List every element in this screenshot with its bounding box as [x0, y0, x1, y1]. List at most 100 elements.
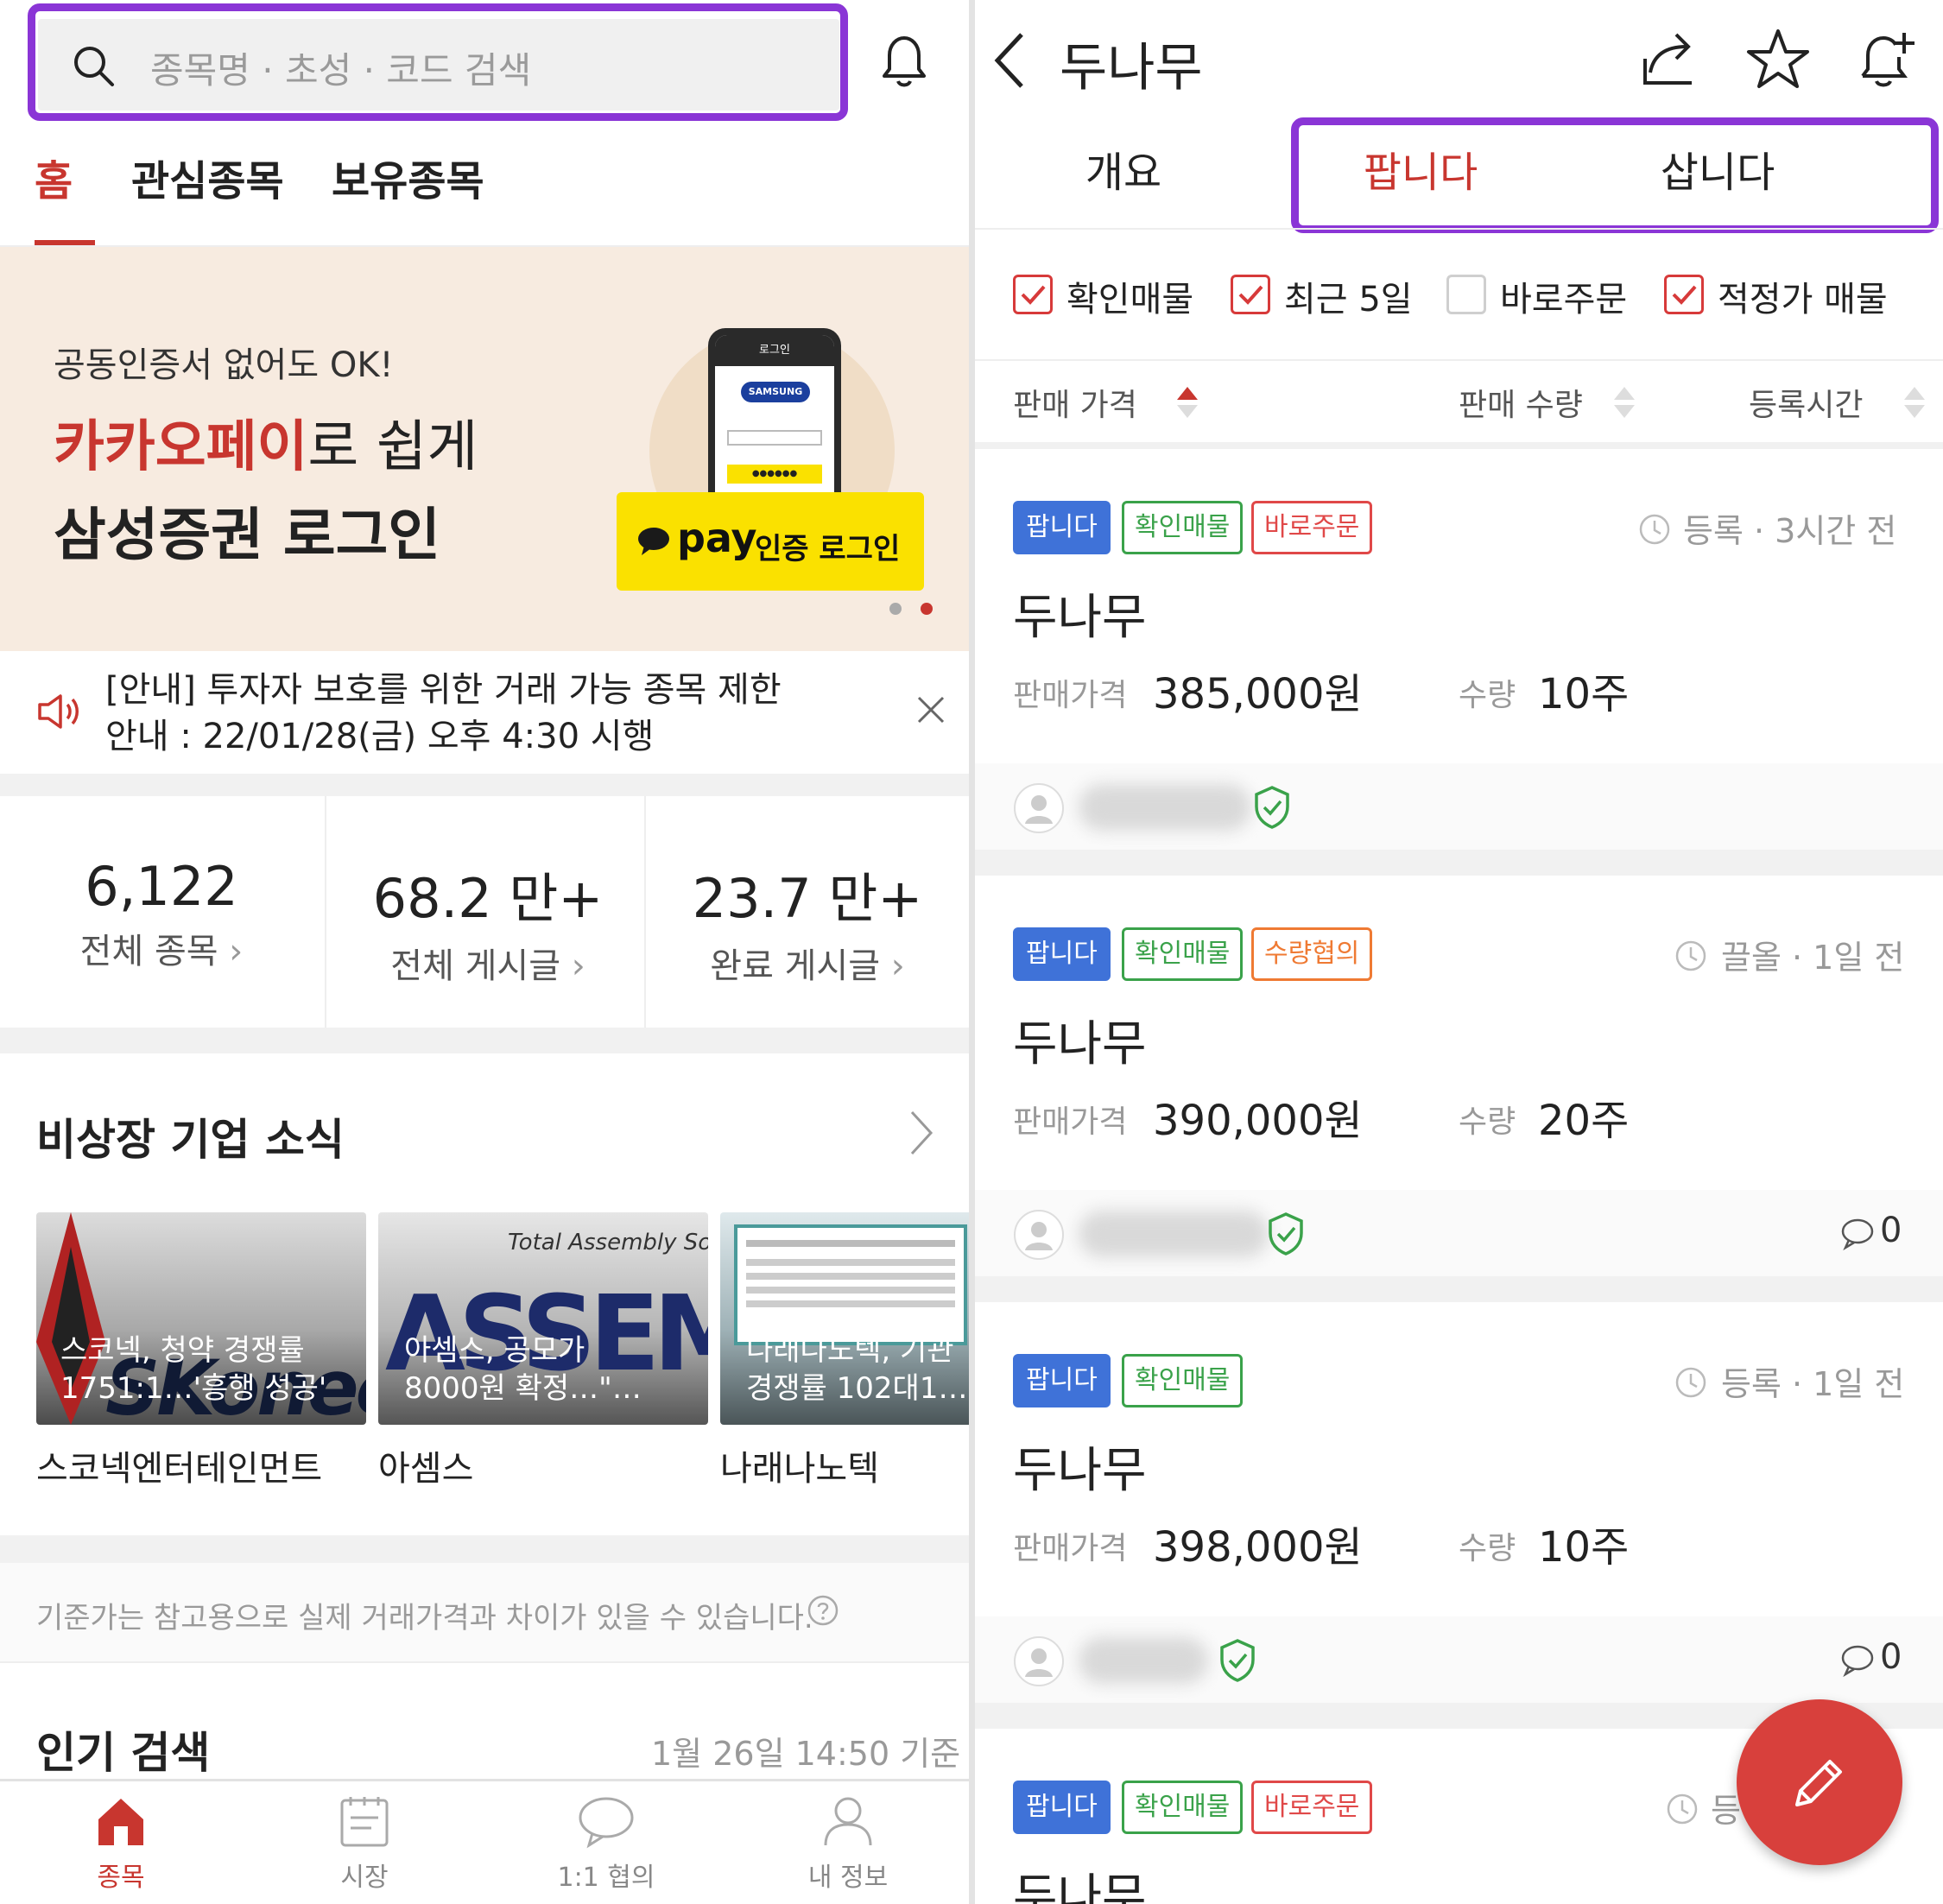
back-arrow-icon[interactable]: [992, 31, 1027, 90]
star-icon[interactable]: [1745, 28, 1811, 90]
news-overlay-line1: 나래나노텍, 기관: [746, 1333, 954, 1368]
tag-verified: 확인매물: [1122, 1354, 1244, 1407]
write-post-button[interactable]: [1737, 1699, 1902, 1865]
checkbox-checked[interactable]: [1013, 275, 1053, 314]
tab-watchlist-label: 관심종목: [131, 157, 284, 206]
kakao-pay-login-button[interactable]: pay 인증 로그인: [617, 492, 924, 591]
phone-brand: SAMSUNG: [741, 382, 810, 402]
comment-count: 0: [1880, 1637, 1902, 1677]
close-icon[interactable]: [915, 694, 946, 725]
banner-dot-1[interactable]: [889, 603, 902, 615]
tab-watchlist[interactable]: 관심종목: [131, 147, 284, 207]
news-card[interactable]: SKonec 스코넥, 청약 경쟁률 1751:1…'흥행 성공': [36, 1212, 366, 1425]
sort-label: 등록시간: [1749, 388, 1864, 423]
banner-dot-2[interactable]: [921, 603, 933, 615]
nav-stocks[interactable]: 종목: [60, 1793, 181, 1901]
news-overlay-line2: 1751:1…'흥행 성공': [60, 1371, 327, 1406]
checkbox-unchecked[interactable]: [1446, 275, 1486, 314]
speech-bubble-icon: [638, 528, 669, 555]
comment-icon: [1841, 1218, 1874, 1250]
qty-label: 수량: [1459, 1104, 1516, 1140]
sort-icon: [1614, 387, 1635, 418]
tag-instant-order: 바로주문: [1251, 1781, 1373, 1834]
page-title: 두나무: [1060, 38, 1203, 98]
news-overlay-line1: 아셈스, 공모가: [404, 1333, 585, 1368]
checkmark-icon: [1021, 285, 1046, 305]
nav-label: 1:1 협의: [557, 1863, 655, 1893]
nav-label: 종목: [97, 1863, 145, 1893]
listing-card[interactable]: 팝니다 확인매물 수량협의 끌올 · 1일 전 두나무 판매가격 390,000…: [975, 876, 1943, 1276]
notice-line1: [안내] 투자자 보호를 위한 거래 가능 종목 제한: [105, 670, 782, 710]
news-section-title: 비상장 기업 소식: [36, 1115, 345, 1165]
tag-sell: 팝니다: [1013, 501, 1111, 554]
checkmark-icon: [1238, 285, 1263, 305]
sort-by-price[interactable]: 판매 가격: [1013, 380, 1272, 423]
tag-verified: 확인매물: [1122, 501, 1244, 554]
avatar-icon: [1014, 1636, 1064, 1686]
news-card[interactable]: 나래나노텍, 기관 경쟁률 102대1…공: [720, 1212, 969, 1425]
filter-recent-5-days[interactable]: 최근 5일: [1231, 271, 1438, 319]
tabs-highlight: [1291, 117, 1939, 233]
nav-chat[interactable]: 1:1 협의: [546, 1793, 667, 1901]
stat-total-stocks[interactable]: 6,122 전체 종목 ›: [0, 796, 323, 1028]
sort-label: 판매 수량: [1459, 388, 1583, 423]
nav-my-info[interactable]: 내 정보: [788, 1793, 908, 1901]
tag-verified: 확인매물: [1122, 1781, 1244, 1834]
listing-time: 등록 · 1일 전: [1721, 1365, 1905, 1403]
help-icon[interactable]: [807, 1594, 839, 1627]
filter-label: 바로주문: [1500, 280, 1628, 319]
listing-name: 두나무: [1013, 590, 1147, 646]
qty-label: 수량: [1459, 678, 1516, 713]
blurred-seller-name: [1079, 1637, 1208, 1684]
chat-icon: [579, 1797, 634, 1849]
nav-market[interactable]: 시장: [304, 1793, 425, 1901]
tab-home[interactable]: 홈: [35, 147, 95, 246]
tab-holdings[interactable]: 보유종목: [332, 147, 484, 207]
qty-label: 수량: [1459, 1531, 1516, 1566]
section-gap: [0, 1028, 969, 1053]
stat-value: 68.2 만+: [372, 867, 604, 930]
price-label: 판매가격: [1013, 678, 1128, 713]
promo-banner[interactable]: 공동인증서 없어도 OK! 카카오페이로 쉽게 삼성증권 로그인 로그인 SAM…: [0, 247, 969, 651]
avatar-icon: [1014, 783, 1064, 833]
tag-sell: 팝니다: [1013, 1781, 1111, 1834]
news-company-name: 아셈스: [378, 1449, 474, 1489]
news-overlay-line2: 경쟁률 102대1…공: [746, 1371, 969, 1406]
stat-total-posts[interactable]: 68.2 만+ 전체 게시글 ›: [326, 796, 649, 1028]
sort-by-time[interactable]: 등록시간: [1749, 380, 1930, 423]
filter-verified[interactable]: 확인매물: [1013, 271, 1220, 319]
bottom-nav: 종목 시장 1:1 협의 내 정보: [0, 1779, 969, 1904]
bell-icon[interactable]: [876, 31, 933, 92]
news-card[interactable]: Total Assembly Solutions ASSEMS 아셈스, 공모가…: [378, 1212, 708, 1425]
clock-icon: [1639, 514, 1670, 545]
checkbox-checked[interactable]: [1231, 275, 1270, 314]
person-icon: [824, 1797, 872, 1846]
tab-overview[interactable]: 개요: [975, 130, 1272, 225]
banner-line1: 공동인증서 없어도 OK!: [54, 345, 394, 385]
avatar-icon: [1014, 1210, 1064, 1260]
listing-name: 두나무: [1013, 1869, 1147, 1904]
listing-card[interactable]: 팝니다 확인매물 등록 · 1일 전 두나무 판매가격 398,000원 수량 …: [975, 1302, 1943, 1703]
share-icon[interactable]: [1638, 28, 1699, 88]
listing-card[interactable]: 팝니다 확인매물 바로주문 등록 · 3시간 전 두나무 판매가격 385,00…: [975, 449, 1943, 850]
sort-by-quantity[interactable]: 판매 수량: [1459, 380, 1649, 423]
checkbox-checked[interactable]: [1664, 275, 1704, 314]
section-gap: [0, 774, 969, 796]
news-company-name: 스코넥엔터테인먼트: [36, 1449, 323, 1489]
sort-label: 판매 가격: [1013, 388, 1137, 423]
news-overlay-line1: 스코넥, 청약 경쟁률: [60, 1333, 305, 1368]
price-label: 판매가격: [1013, 1104, 1128, 1140]
comment-count: 0: [1880, 1211, 1902, 1250]
stat-completed-posts[interactable]: 23.7 만+ 완료 게시글 ›: [646, 796, 969, 1028]
disclaimer-text: 기준가는 참고용으로 실제 거래가격과 차이가 있을 수 있습니다.: [36, 1601, 813, 1635]
chevron-right-icon[interactable]: [908, 1109, 934, 1157]
filter-fair-price[interactable]: 적정가 매물: [1664, 271, 1923, 319]
tag-instant-order: 바로주문: [1251, 501, 1373, 554]
section-gap: [975, 442, 1943, 449]
add-alert-icon[interactable]: [1856, 26, 1918, 90]
filter-instant-order[interactable]: 바로주문: [1446, 271, 1654, 319]
stat-value: 23.7 만+: [692, 867, 923, 930]
chevron-right-icon: ›: [218, 932, 244, 971]
notice-bar[interactable]: [안내] 투자자 보호를 위한 거래 가능 종목 제한 안내 : 22/01/2…: [0, 651, 969, 774]
news-company-name: 나래나노텍: [720, 1449, 879, 1489]
